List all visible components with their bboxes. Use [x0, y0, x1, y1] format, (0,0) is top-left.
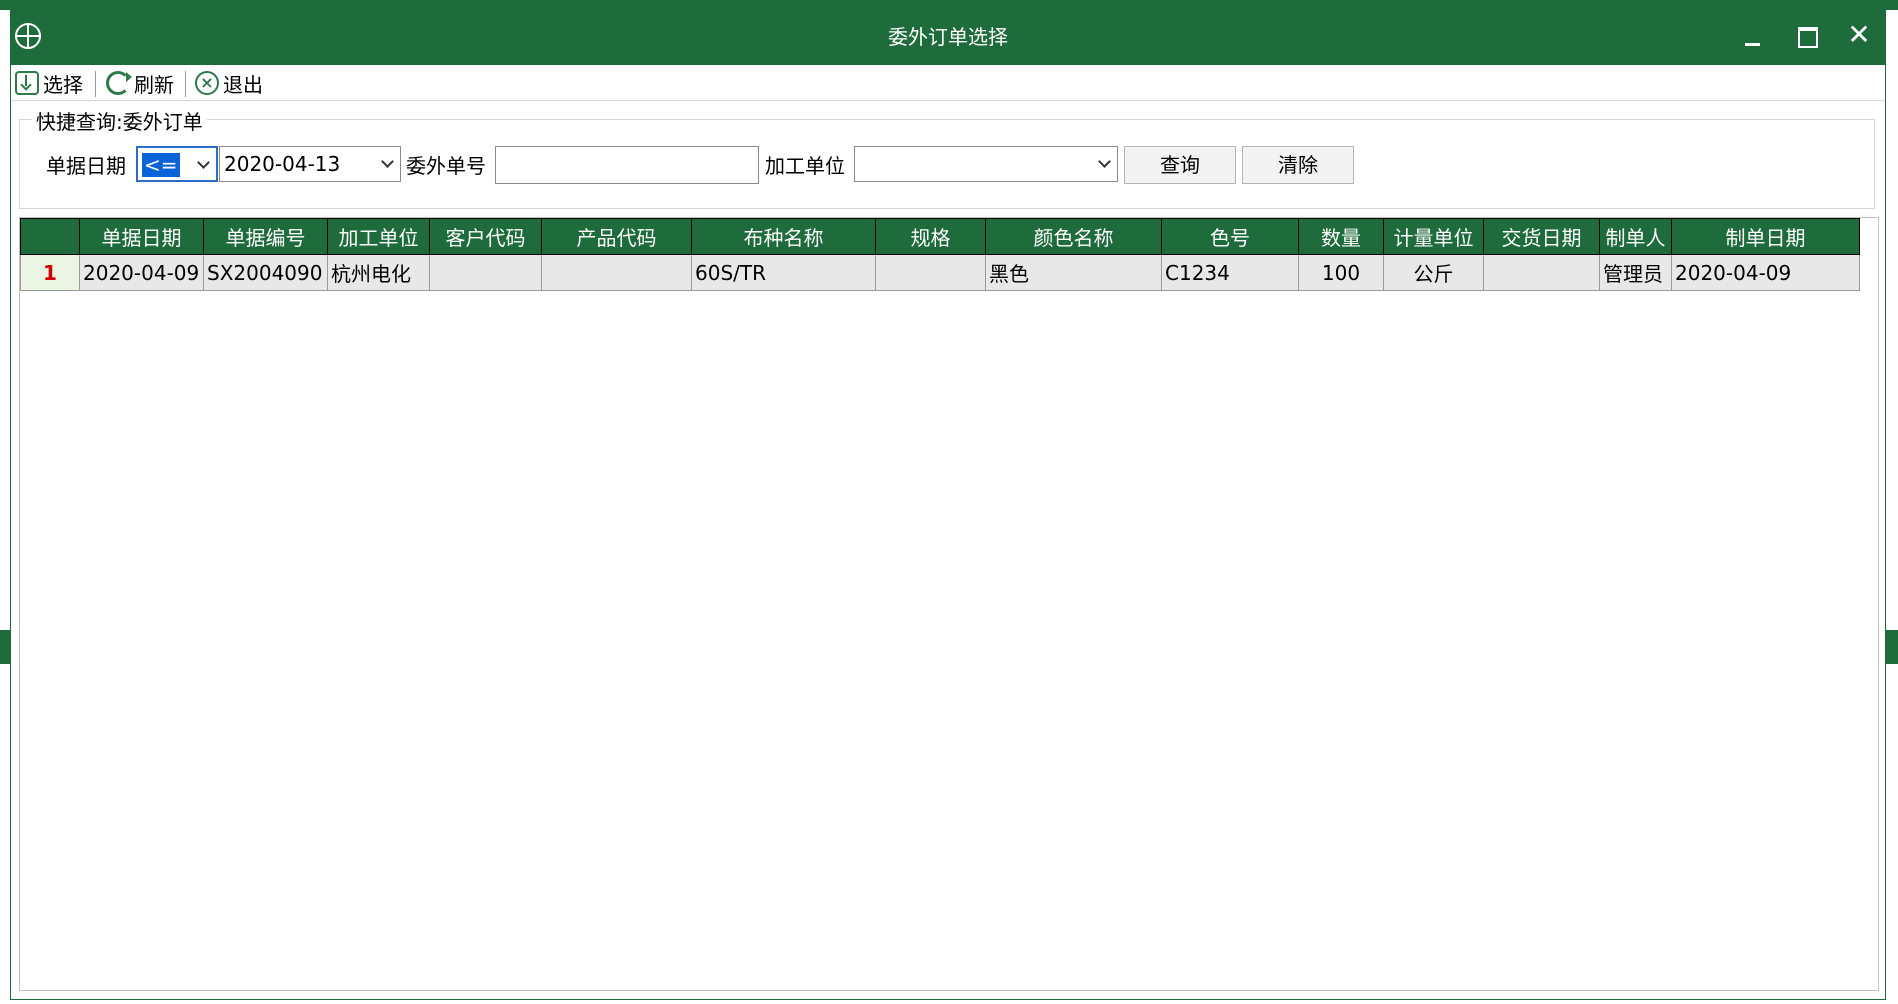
- cell-delivery-date[interactable]: [1483, 254, 1600, 291]
- close-circle-icon: ×: [195, 71, 219, 95]
- refresh-label: 刷新: [134, 72, 174, 97]
- download-icon: [15, 71, 39, 95]
- cell-unit[interactable]: 公斤: [1383, 254, 1484, 291]
- table-row[interactable]: 1 2020-04-09 SX2004090 杭州电化 60S/TR 黑色 C1…: [20, 254, 1860, 291]
- date-operator-value: <=: [142, 153, 180, 177]
- column-header[interactable]: 产品代码: [541, 218, 692, 255]
- quick-query-group: 快捷查询:委外订单 单据日期 <= 2020-04-13 委外单号 加工单位 查…: [19, 106, 1875, 209]
- date-operator-select[interactable]: <=: [136, 146, 218, 182]
- toolbar-separator: [185, 71, 186, 97]
- cell-customer-code[interactable]: [429, 254, 542, 291]
- column-header[interactable]: 交货日期: [1483, 218, 1600, 255]
- column-header[interactable]: 颜色名称: [985, 218, 1162, 255]
- background-app-bar-left: [0, 630, 10, 664]
- close-button[interactable]: ✕: [1839, 15, 1879, 55]
- cell-product-code[interactable]: [541, 254, 692, 291]
- maximize-button[interactable]: [1786, 15, 1826, 55]
- header-row: 单据日期 单据编号 加工单位 客户代码 产品代码 布种名称 规格 颜色名称 色号…: [20, 218, 1860, 255]
- exit-button[interactable]: × 退出: [195, 69, 263, 97]
- column-header[interactable]: 数量: [1298, 218, 1384, 255]
- cell-processor[interactable]: 杭州电化: [327, 254, 430, 291]
- column-header[interactable]: 加工单位: [327, 218, 430, 255]
- background-app-bar-right: [1884, 630, 1898, 664]
- column-header[interactable]: 布种名称: [691, 218, 876, 255]
- search-button[interactable]: 查询: [1124, 146, 1236, 184]
- quick-query-title: 快捷查询:委外订单: [32, 106, 207, 135]
- chevron-down-icon: [1098, 155, 1111, 168]
- doc-date-value: 2020-04-13: [224, 152, 341, 176]
- select-button[interactable]: 选择: [15, 69, 83, 97]
- exit-label: 退出: [223, 72, 263, 97]
- cell-qty[interactable]: 100: [1298, 254, 1384, 291]
- column-header[interactable]: 客户代码: [429, 218, 542, 255]
- column-header[interactable]: 单据日期: [79, 218, 204, 255]
- cell-creator[interactable]: 管理员: [1599, 254, 1672, 291]
- order-grid: 单据日期 单据编号 加工单位 客户代码 产品代码 布种名称 规格 颜色名称 色号…: [19, 217, 1879, 991]
- column-header[interactable]: 制单日期: [1671, 218, 1860, 255]
- title-bar[interactable]: 委外订单选择 ✕: [11, 1, 1885, 65]
- cell-doc-date[interactable]: 2020-04-09: [79, 254, 204, 291]
- cell-color-no[interactable]: C1234: [1161, 254, 1299, 291]
- row-number[interactable]: 1: [20, 254, 80, 291]
- cell-spec[interactable]: [875, 254, 986, 291]
- window-title: 委外订单选择: [888, 25, 1008, 49]
- cell-color-name[interactable]: 黑色: [985, 254, 1162, 291]
- column-header[interactable]: 单据编号: [203, 218, 328, 255]
- cell-created-date[interactable]: 2020-04-09: [1671, 254, 1860, 291]
- select-label: 选择: [43, 72, 83, 97]
- outsourcing-order-select-dialog: 委外订单选择 ✕ 选择 刷新 × 退出 快捷查询:委外订单 单据日期 <= 20…: [10, 0, 1886, 1000]
- cell-fabric-name[interactable]: 60S/TR: [691, 254, 876, 291]
- toolbar-separator: [95, 71, 96, 97]
- order-no-input[interactable]: [495, 146, 759, 184]
- processor-select[interactable]: [854, 146, 1118, 182]
- column-header[interactable]: 色号: [1161, 218, 1299, 255]
- column-header[interactable]: 规格: [875, 218, 986, 255]
- order-no-label: 委外单号: [406, 154, 486, 178]
- refresh-icon: [106, 71, 132, 95]
- clear-button[interactable]: 清除: [1242, 146, 1354, 184]
- minimize-button[interactable]: [1733, 15, 1773, 55]
- doc-date-label: 单据日期: [46, 154, 126, 178]
- chevron-down-icon: [381, 155, 394, 168]
- order-table: 单据日期 单据编号 加工单位 客户代码 产品代码 布种名称 规格 颜色名称 色号…: [20, 218, 1860, 291]
- refresh-button[interactable]: 刷新: [106, 69, 174, 97]
- toolbar: 选择 刷新 × 退出: [11, 65, 1885, 101]
- chevron-down-icon: [197, 156, 210, 169]
- doc-date-picker[interactable]: 2020-04-13: [219, 146, 401, 182]
- processor-label: 加工单位: [765, 154, 845, 178]
- row-number-header[interactable]: [20, 218, 80, 255]
- column-header[interactable]: 计量单位: [1383, 218, 1484, 255]
- cell-doc-no[interactable]: SX2004090: [203, 254, 328, 291]
- column-header[interactable]: 制单人: [1599, 218, 1672, 255]
